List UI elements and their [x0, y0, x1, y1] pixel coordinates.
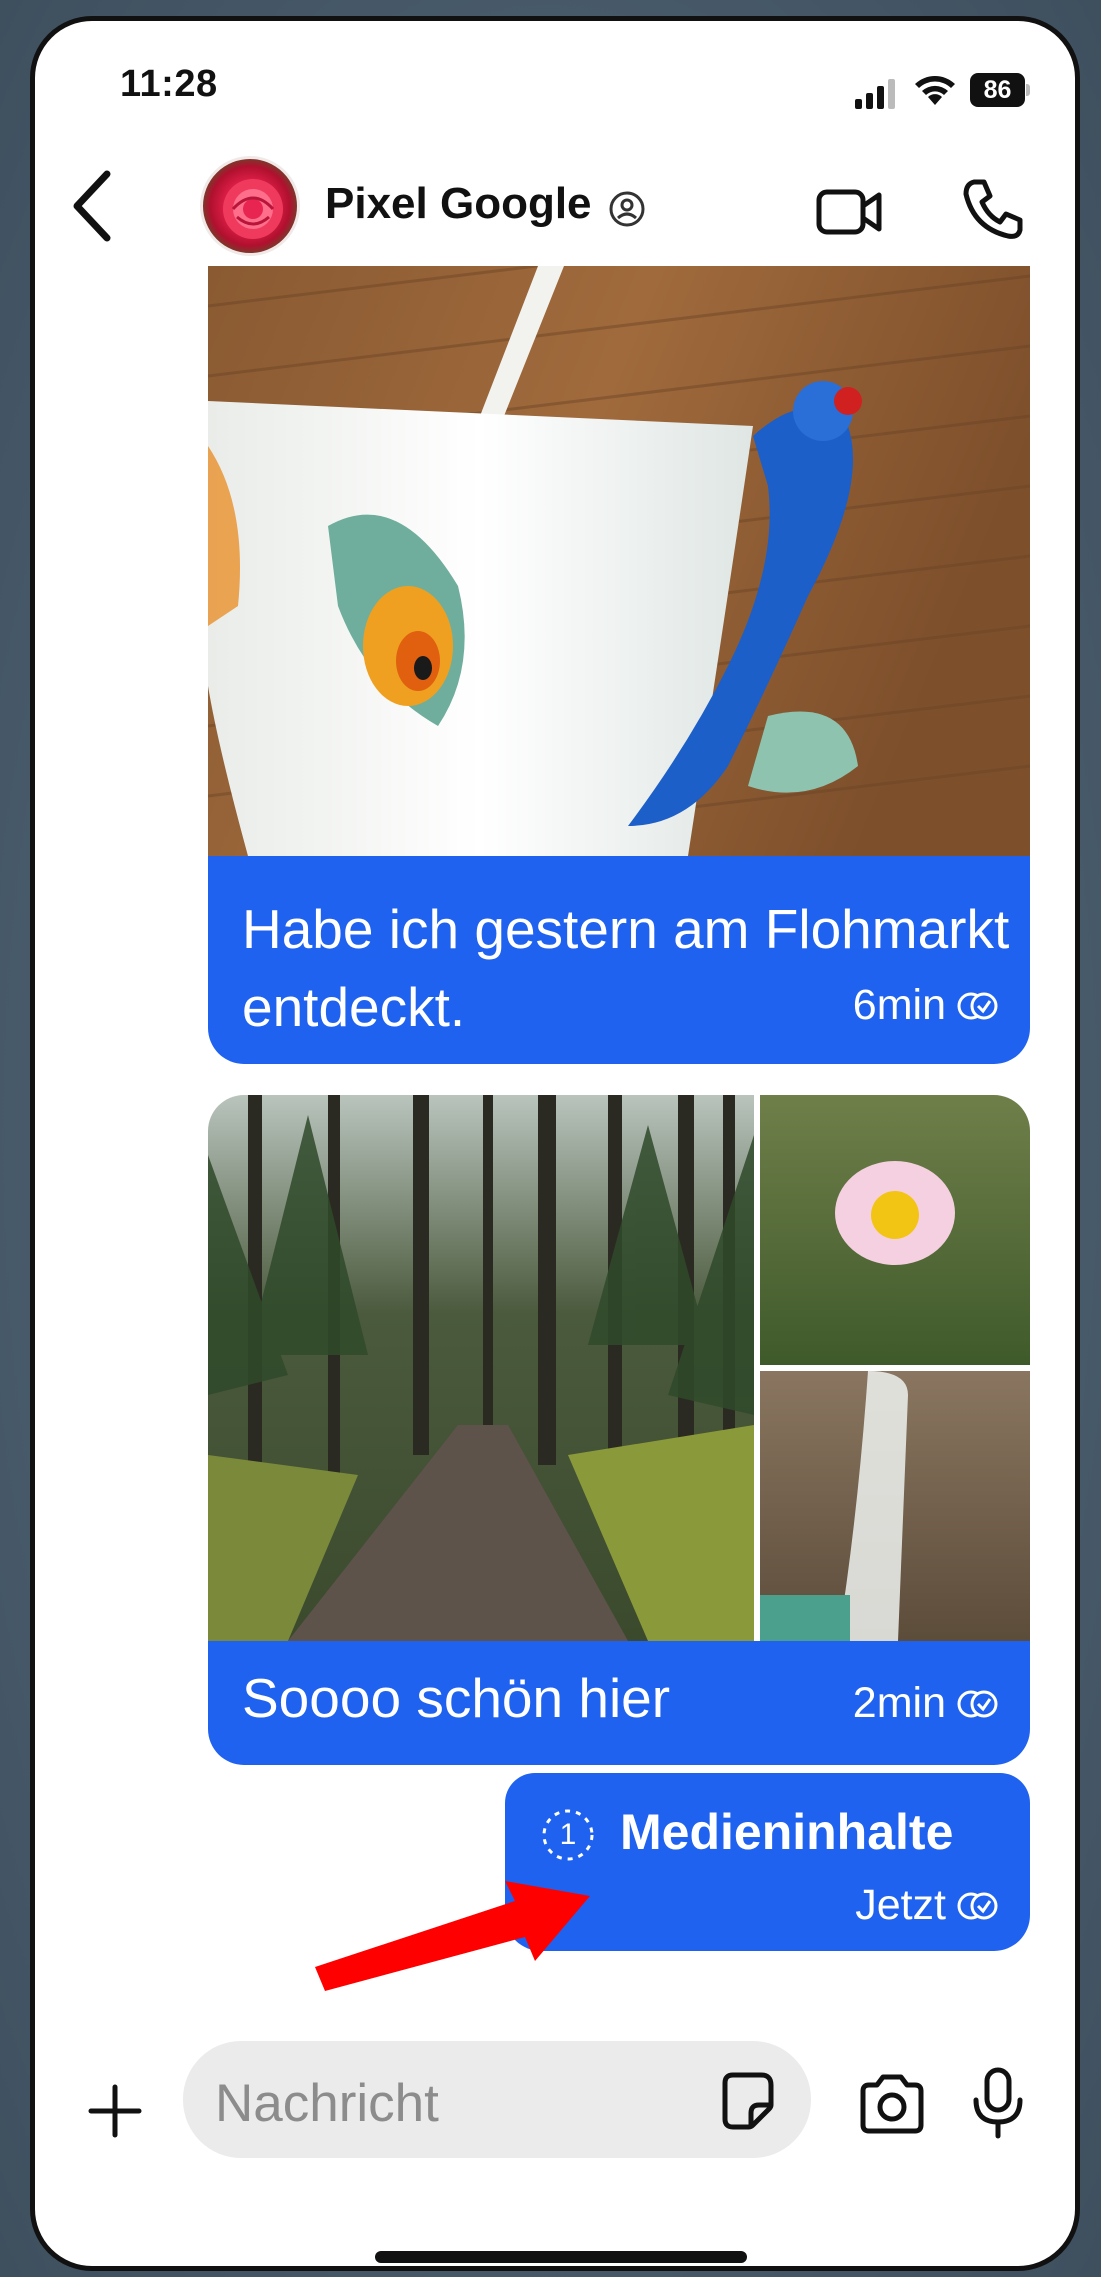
voice-call-icon[interactable] — [960, 176, 1026, 242]
microphone-icon[interactable] — [970, 2066, 1026, 2140]
message-meta: Jetzt — [855, 1881, 1000, 1930]
read-receipt-icon — [957, 1892, 998, 1919]
back-chevron-icon[interactable] — [67, 166, 123, 246]
home-indicator[interactable] — [375, 2251, 747, 2263]
battery-level: 86 — [970, 73, 1025, 107]
battery-icon: 86 — [970, 73, 1032, 107]
status-time: 11:28 — [120, 63, 218, 105]
sticker-icon[interactable] — [715, 2069, 779, 2133]
message-meta: 2min — [853, 1679, 1000, 1728]
message-meta: 6min — [853, 981, 1000, 1030]
read-receipt-icon — [957, 1690, 998, 1717]
message-image-grid[interactable] — [208, 1095, 1030, 1641]
phone-screen: 11:28 86 Pixel Google Habe ich gestern a… — [30, 16, 1080, 2271]
message-text: Soooo schön hier — [242, 1667, 671, 1729]
message-input-placeholder: Nachricht — [215, 2074, 439, 2133]
contact-avatar[interactable] — [200, 156, 300, 256]
message-time: 6min — [852, 981, 946, 1029]
profile-icon — [609, 191, 645, 227]
message-time: Jetzt — [855, 1881, 946, 1929]
video-call-icon[interactable] — [815, 186, 885, 238]
cellular-signal-icon — [855, 79, 895, 109]
wifi-icon — [915, 76, 955, 105]
annotation-arrow — [315, 1881, 590, 1991]
read-receipt-icon — [957, 992, 998, 1019]
contact-name[interactable]: Pixel Google — [325, 179, 592, 229]
plus-icon[interactable] — [85, 2081, 145, 2141]
message-time: 2min — [852, 1679, 946, 1727]
camera-icon[interactable] — [857, 2071, 927, 2137]
media-label: Medieninhalte — [620, 1804, 954, 1860]
message-image-cup[interactable] — [208, 266, 1030, 856]
message-bubble[interactable]: Habe ich gestern am Flohmarkt entdeckt. … — [208, 856, 1030, 1064]
message-bubble[interactable]: Soooo schön hier 2min — [208, 1641, 1030, 1765]
